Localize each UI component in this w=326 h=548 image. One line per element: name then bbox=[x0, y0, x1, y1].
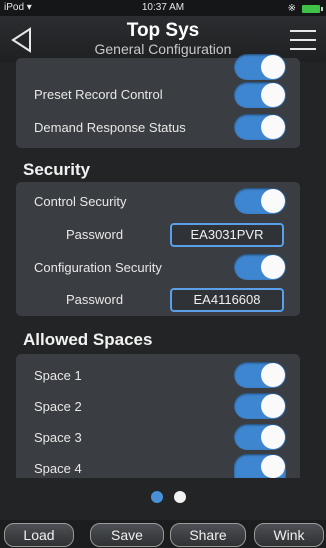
page-dot-1[interactable] bbox=[151, 491, 163, 503]
clock: 10:37 AM bbox=[141, 2, 185, 13]
toggle-space-commands[interactable] bbox=[234, 54, 286, 80]
toggle-demand-response[interactable] bbox=[234, 114, 286, 140]
demand-response-label: Demand Response Status bbox=[34, 120, 186, 135]
space-item-2: Space 2 bbox=[34, 399, 82, 414]
toggle-space-4[interactable] bbox=[234, 454, 286, 478]
spaces-control-card: Preset Record Control Demand Response St… bbox=[16, 54, 300, 148]
space-item-3: Space 3 bbox=[34, 430, 82, 445]
wink-button[interactable]: Wink bbox=[254, 523, 324, 547]
preset-record-label: Preset Record Control bbox=[34, 87, 163, 102]
page-dot-2[interactable] bbox=[174, 491, 186, 503]
control-password-label: Password bbox=[66, 227, 124, 242]
battery-icon bbox=[302, 4, 323, 13]
security-title: Security bbox=[23, 160, 91, 179]
bluetooth-icon: ※ bbox=[287, 3, 296, 14]
status-bar: iPod ▾ 10:37 AM ※ bbox=[0, 0, 326, 16]
toggle-space-1[interactable] bbox=[234, 362, 286, 388]
allowed-spaces-card: Space 1 Space 2 Space 3 Space 4 bbox=[16, 354, 300, 478]
menu-icon[interactable] bbox=[290, 30, 316, 50]
toggle-control-security[interactable] bbox=[234, 188, 286, 214]
space-item-4: Space 4 bbox=[34, 461, 82, 476]
security-card: Control Security Password EA3031PVR Conf… bbox=[16, 182, 300, 316]
toggle-config-security[interactable] bbox=[234, 254, 286, 280]
config-password-label: Password bbox=[66, 292, 124, 307]
page-title: Top Sys bbox=[126, 20, 200, 41]
bottom-toolbar: Load Save Share Wink bbox=[0, 520, 326, 548]
save-button[interactable]: Save bbox=[90, 523, 164, 547]
share-button[interactable]: Share bbox=[170, 523, 246, 547]
control-security-label: Control Security bbox=[34, 194, 127, 209]
config-password-field[interactable]: EA4116608 bbox=[170, 288, 284, 312]
toggle-space-3[interactable] bbox=[234, 424, 286, 450]
toggle-space-2[interactable] bbox=[234, 393, 286, 419]
toggle-preset-record[interactable] bbox=[234, 82, 286, 108]
space-item-1: Space 1 bbox=[34, 368, 82, 383]
load-button[interactable]: Load bbox=[4, 523, 74, 547]
control-password-field[interactable]: EA3031PVR bbox=[170, 223, 284, 247]
config-security-label: Configuration Security bbox=[34, 260, 162, 275]
allowed-spaces-title: Allowed Spaces bbox=[23, 330, 153, 349]
